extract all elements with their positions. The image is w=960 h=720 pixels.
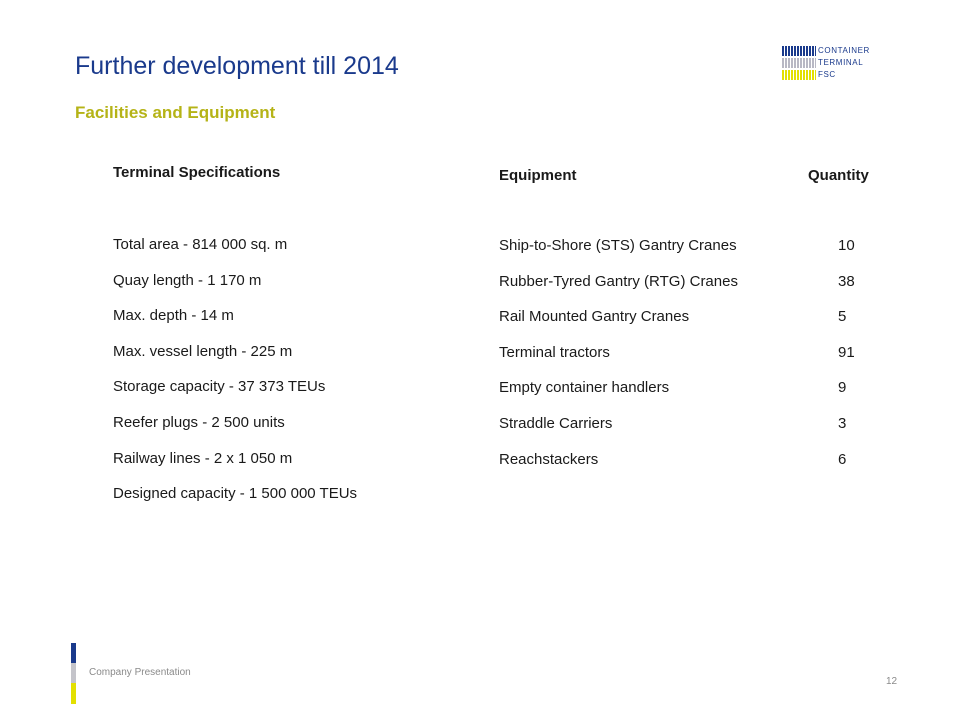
spec-item: Max. vessel length - 225 m: [113, 342, 293, 360]
equipment-quantity: 38: [838, 272, 855, 290]
equipment-name: Terminal tractors: [499, 343, 610, 361]
equipment-row: Straddle Carriers 3: [499, 414, 879, 450]
logo-text-line-3: FSC: [818, 70, 836, 79]
equipment-row: Empty container handlers 9: [499, 378, 879, 414]
footer-accent-yellow: [71, 683, 76, 704]
spec-item: Total area - 814 000 sq. m: [113, 236, 288, 253]
equipment-quantity: 6: [838, 450, 847, 468]
logo-text-line-1: CONTAINER: [818, 46, 870, 55]
equipment-quantity: 10: [838, 237, 855, 254]
equipment-name: Reachstackers: [499, 450, 599, 468]
equipment-row: Reachstackers 6: [499, 450, 879, 486]
logo-text-line-2: TERMINAL: [818, 58, 864, 67]
equipment-quantity: 3: [838, 414, 847, 432]
logo-bars-icon: [782, 46, 816, 80]
logo-bar-blue: [782, 46, 816, 56]
page-number: 12: [886, 676, 898, 687]
company-logo: CONTAINER TERMINAL FSC: [782, 46, 882, 80]
footer-accent-blue: [71, 643, 76, 663]
spec-item: Quay length - 1 170 m: [113, 271, 262, 289]
spec-item: Storage capacity - 37 373 TEUs: [113, 378, 326, 396]
equipment-row: Terminal tractors 91: [499, 343, 879, 379]
logo-bar-grey: [782, 58, 816, 68]
equipment-quantity: 91: [838, 343, 855, 361]
footer-accent-grey: [71, 663, 76, 683]
equipment-name: Ship-to-Shore (STS) Gantry Cranes: [499, 237, 737, 254]
specs-list: Total area - 814 000 sq. m Quay length -…: [113, 235, 357, 520]
spec-item: Max. depth - 14 m: [113, 307, 234, 325]
equipment-heading: Equipment: [499, 167, 577, 184]
specs-heading: Terminal Specifications: [113, 164, 281, 181]
equipment-name: Rail Mounted Gantry Cranes: [499, 308, 690, 326]
equipment-row: Rail Mounted Gantry Cranes 5: [499, 307, 879, 343]
equipment-name: Straddle Carriers: [499, 414, 613, 432]
equipment-name: Rubber-Tyred Gantry (RTG) Cranes: [499, 272, 738, 290]
slide-title: Further development till 2014: [75, 52, 399, 80]
slide-subtitle: Facilities and Equipment: [75, 103, 276, 122]
equipment-row: Ship-to-Shore (STS) Gantry Cranes 10: [499, 236, 879, 272]
spec-item: Railway lines - 2 x 1 050 m: [113, 449, 293, 467]
footer-label: Company Presentation: [89, 667, 191, 678]
spec-item: Designed capacity - 1 500 000 TEUs: [113, 485, 358, 503]
quantity-heading: Quantity: [808, 167, 869, 184]
equipment-quantity: 9: [838, 379, 847, 397]
equipment-name: Empty container handlers: [499, 379, 670, 397]
logo-bar-yellow: [782, 70, 816, 80]
equipment-table: Ship-to-Shore (STS) Gantry Cranes 10 Rub…: [499, 236, 879, 485]
equipment-row: Rubber-Tyred Gantry (RTG) Cranes 38: [499, 272, 879, 308]
spec-item: Reefer plugs - 2 500 units: [113, 413, 285, 431]
equipment-quantity: 5: [838, 308, 847, 326]
